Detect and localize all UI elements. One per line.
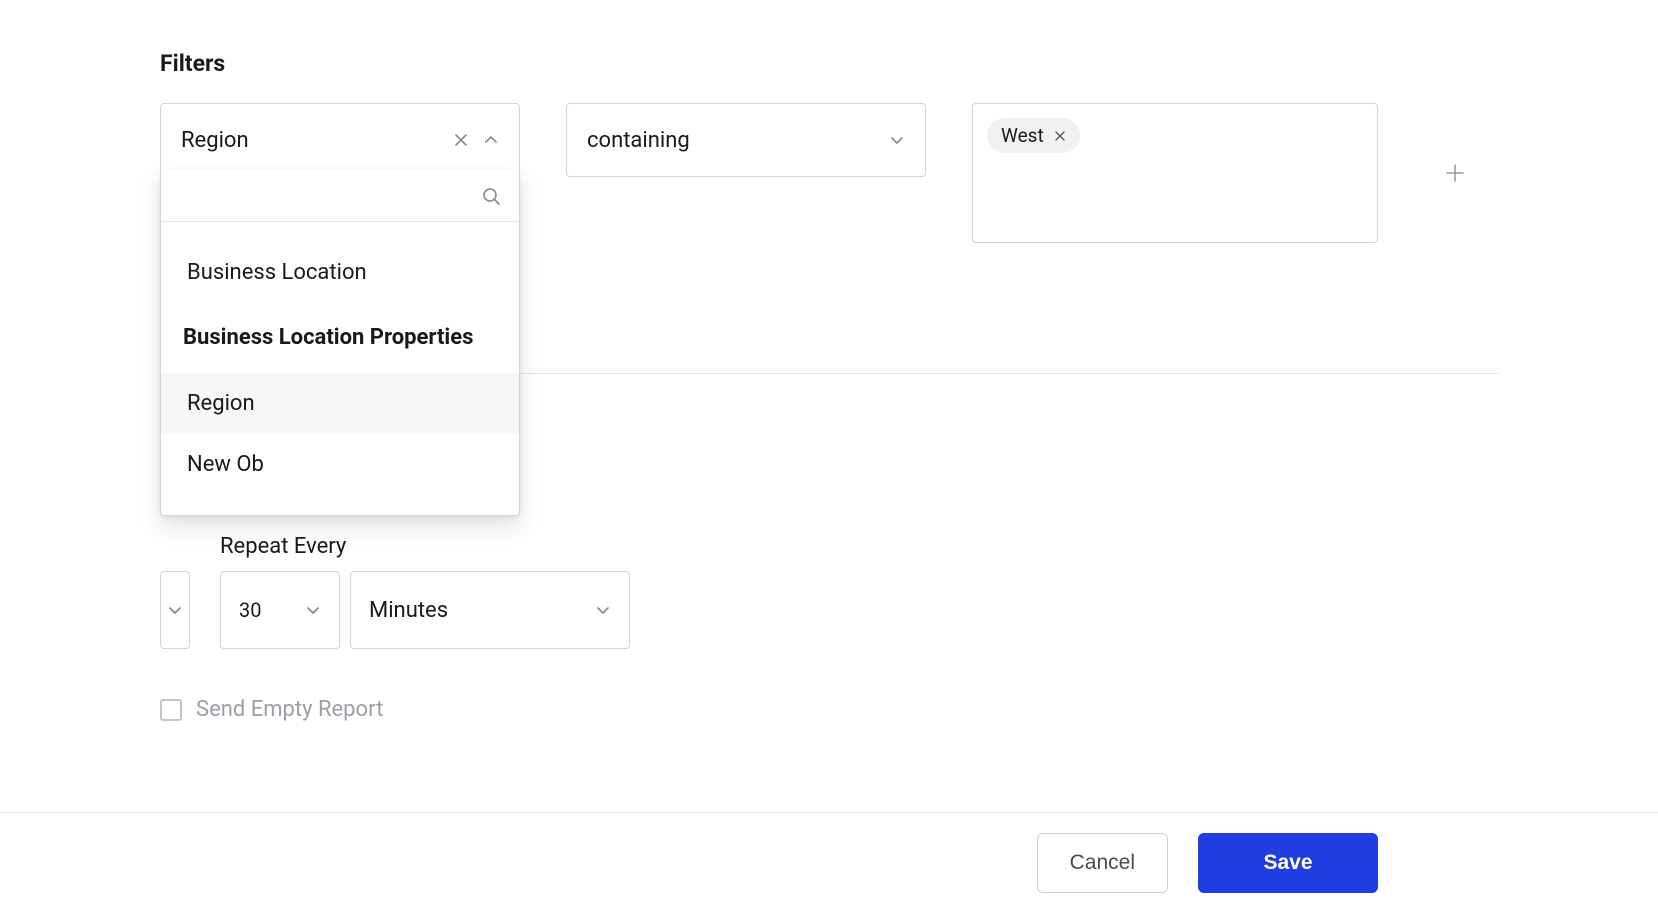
save-button[interactable]: Save [1198, 833, 1378, 893]
clear-icon[interactable] [453, 132, 469, 148]
repeat-interval-value: 30 [239, 598, 261, 622]
checkbox-icon [160, 699, 182, 721]
chip-remove-icon[interactable] [1054, 130, 1066, 142]
cancel-button[interactable]: Cancel [1037, 833, 1168, 893]
filter-operator-value: containing [587, 128, 690, 153]
filters-title: Filters [160, 50, 1498, 77]
field-dropdown: Business Location Business Location Prop… [160, 170, 520, 516]
dropdown-search-input[interactable] [179, 178, 481, 213]
send-empty-report-checkbox[interactable]: Send Empty Report [160, 697, 1498, 722]
chip-label: West [1001, 124, 1044, 147]
filter-value-chip: West [987, 118, 1080, 153]
filter-field-select[interactable]: Region [160, 103, 520, 177]
partially-hidden-select[interactable] [160, 571, 190, 649]
repeat-every-label: Repeat Every [220, 534, 630, 559]
chevron-down-icon [889, 132, 905, 148]
dropdown-option-new-ob[interactable]: New Ob [161, 434, 519, 495]
repeat-unit-select[interactable]: Minutes [350, 571, 630, 649]
add-filter-button[interactable] [1444, 162, 1466, 184]
send-empty-report-label: Send Empty Report [196, 697, 383, 722]
filter-operator-select[interactable]: containing [566, 103, 926, 177]
repeat-interval-select[interactable]: 30 [220, 571, 340, 649]
repeat-unit-value: Minutes [369, 598, 448, 623]
filter-field-value: Region [181, 128, 453, 153]
filter-values-input[interactable]: West [972, 103, 1378, 243]
search-icon [481, 186, 501, 206]
dropdown-option-region[interactable]: Region [161, 373, 519, 434]
chevron-down-icon [305, 602, 321, 618]
chevron-down-icon [595, 602, 611, 618]
chevron-up-icon[interactable] [483, 132, 499, 148]
dropdown-group-bl-properties: Business Location Properties [161, 303, 519, 373]
dropdown-option-business-location[interactable]: Business Location [161, 242, 519, 303]
